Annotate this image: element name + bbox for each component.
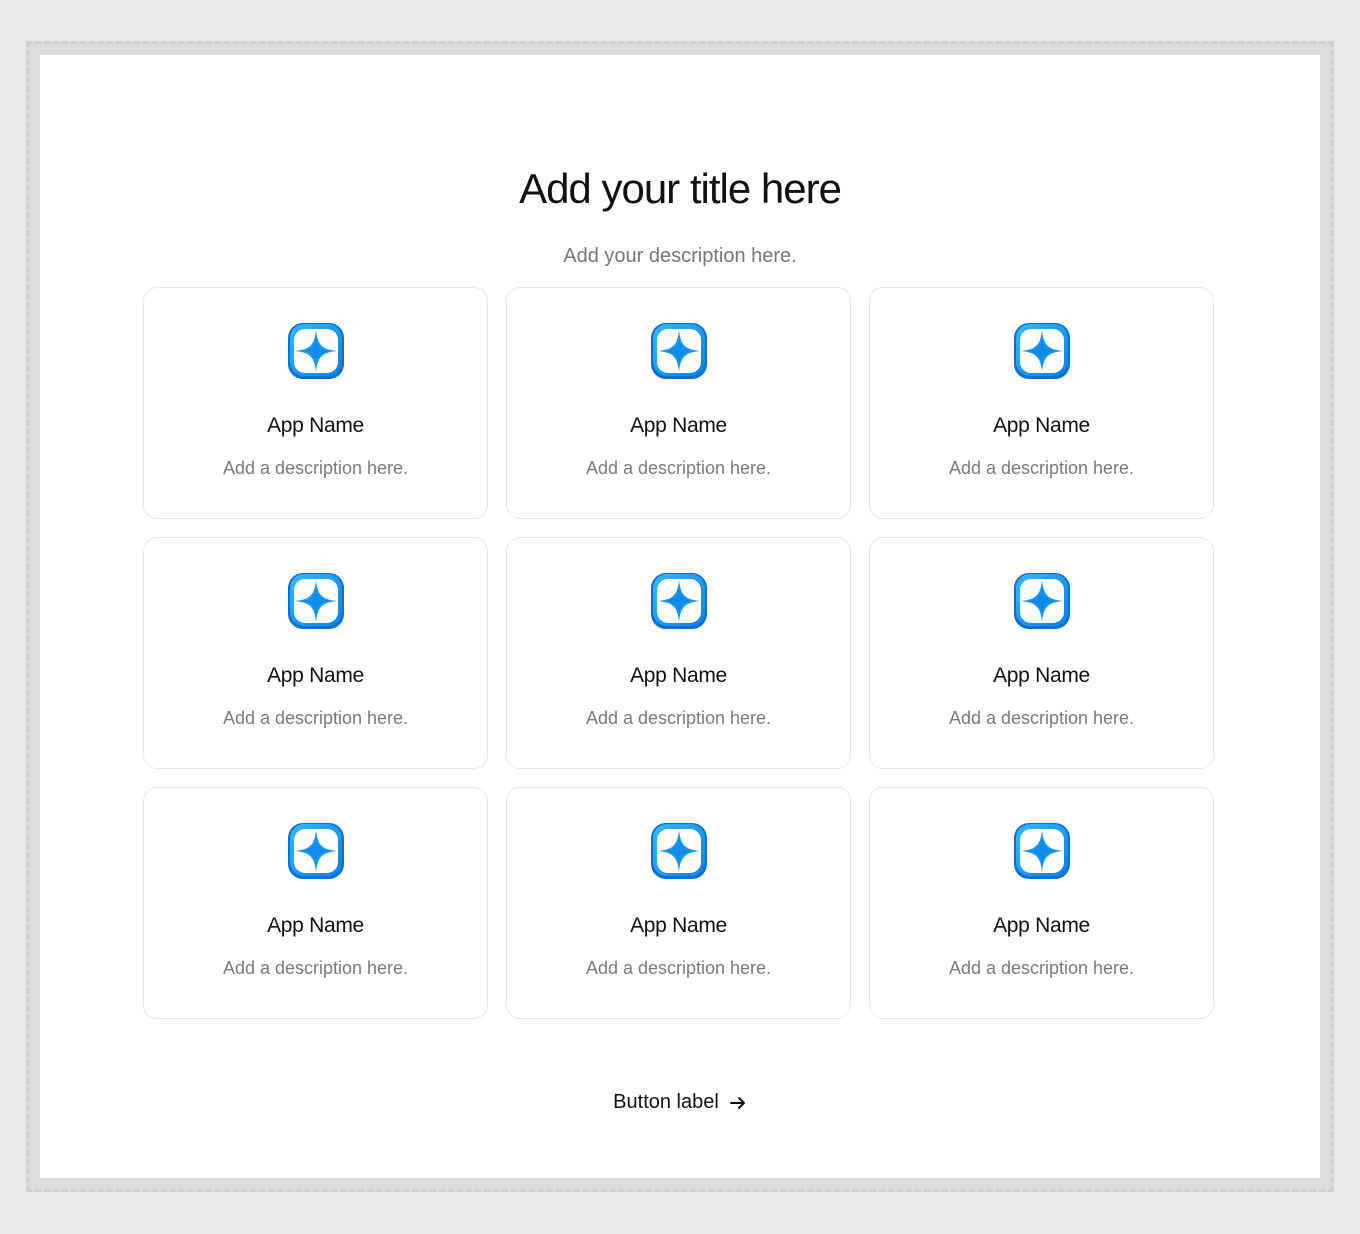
app-description: Add a description here.: [222, 708, 409, 728]
app-description: Add a description here.: [222, 958, 409, 978]
app-star-icon: [650, 573, 707, 629]
app-name: App Name: [993, 914, 1090, 937]
app-name: App Name: [267, 414, 364, 437]
cta-label: Button label: [613, 1091, 719, 1113]
app-name: App Name: [267, 664, 364, 687]
app-card[interactable]: App Name Add a description here.: [869, 537, 1214, 769]
app-description: Add a description here.: [585, 708, 772, 728]
cta-button[interactable]: Button label: [40, 1091, 1320, 1114]
app-star-icon: [1013, 823, 1070, 879]
app-star-icon: [650, 823, 707, 879]
app-star-icon: [287, 573, 344, 629]
app-card[interactable]: App Name Add a description here.: [506, 537, 851, 769]
app-star-icon: [650, 323, 707, 379]
app-description: Add a description here.: [585, 458, 772, 478]
app-card[interactable]: App Name Add a description here.: [143, 787, 488, 1019]
app-name: App Name: [993, 664, 1090, 687]
page-description: Add your description here.: [563, 245, 797, 267]
app-card[interactable]: App Name Add a description here.: [143, 287, 488, 519]
app-name: App Name: [267, 914, 364, 937]
app-description: Add a description here.: [222, 458, 409, 478]
app-description: Add a description here.: [948, 458, 1135, 478]
app-description: Add a description here.: [585, 958, 772, 978]
app-name: App Name: [630, 664, 727, 687]
app-star-icon: [1013, 573, 1070, 629]
app-star-icon: [287, 823, 344, 879]
app-grid: App Name Add a description here. App Nam…: [143, 287, 1216, 1019]
app-name: App Name: [630, 414, 727, 437]
arrow-right-icon: [729, 1096, 745, 1109]
app-card[interactable]: App Name Add a description here.: [869, 287, 1214, 519]
app-card[interactable]: App Name Add a description here.: [143, 537, 488, 769]
app-card[interactable]: App Name Add a description here.: [869, 787, 1214, 1019]
app-star-icon: [1013, 323, 1070, 379]
app-card[interactable]: App Name Add a description here.: [506, 287, 851, 519]
app-name: App Name: [630, 914, 727, 937]
section-canvas: Add your title here Add your description…: [40, 55, 1320, 1178]
app-star-icon: [287, 323, 344, 379]
app-description: Add a description here.: [948, 958, 1135, 978]
app-description: Add a description here.: [948, 708, 1135, 728]
app-name: App Name: [993, 414, 1090, 437]
app-card[interactable]: App Name Add a description here.: [506, 787, 851, 1019]
page-title: Add your title here: [519, 165, 842, 212]
